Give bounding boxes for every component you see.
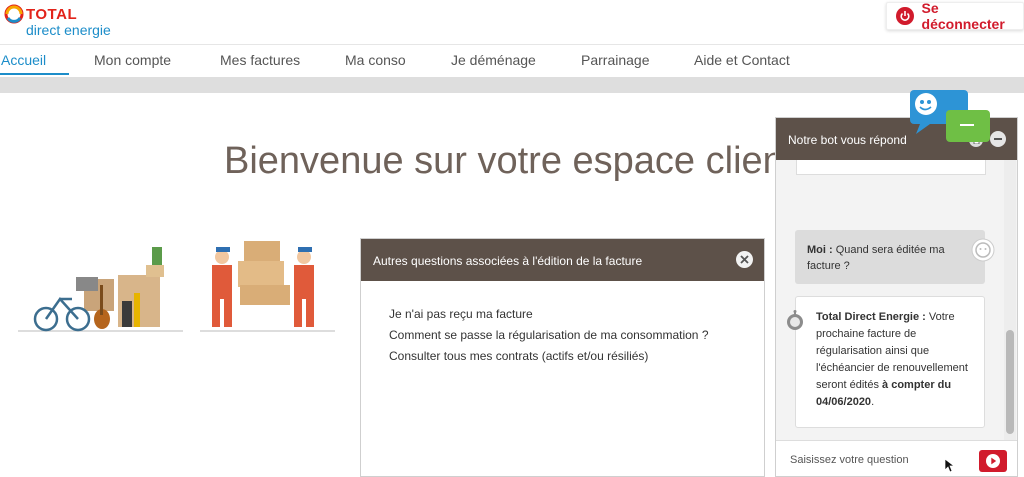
user-message-bubble: Moi : Quand sera éditée ma facture ? (795, 230, 985, 284)
chatbot-widget: Notre bot vous répond Moi : Quand sera é… (775, 117, 1018, 477)
play-send-icon (986, 454, 1000, 468)
bot-message-end: . (871, 396, 875, 408)
nav-item-mes-factures[interactable]: Mes factures (220, 52, 300, 68)
question-link[interactable]: Consulter tous mes contrats (actifs et/o… (389, 349, 648, 363)
main-nav: Accueil Mon compte Mes factures Ma conso… (0, 44, 1024, 78)
nav-item-mon-compte[interactable]: Mon compte (94, 52, 171, 68)
nav-item-accueil[interactable]: Accueil (1, 52, 46, 68)
nav-item-je-demenage[interactable]: Je déménage (451, 52, 536, 68)
bot-name: Total Direct Energie : (816, 311, 926, 323)
brand-logo[interactable]: TOTAL direct energie (4, 4, 124, 40)
user-name: Moi : (807, 244, 833, 256)
question-link[interactable]: Je n'ai pas reçu ma facture (389, 307, 533, 321)
question-link[interactable]: Comment se passe la régularisation de ma… (389, 328, 709, 342)
power-icon (896, 7, 914, 25)
moving-objects-illustration (18, 247, 183, 332)
bot-message-bubble: Total Direct Energie : Votre prochaine f… (795, 296, 985, 428)
chat-input-bar (776, 440, 1017, 476)
send-button[interactable] (979, 450, 1007, 472)
close-icon[interactable] (736, 251, 753, 268)
logout-label: Se déconnecter (921, 0, 1005, 32)
related-questions-modal: Autres questions associées à l'édition d… (360, 238, 765, 477)
brand-subtitle: direct energie (26, 22, 111, 38)
modal-title: Autres questions associées à l'édition d… (373, 254, 643, 268)
header-divider-band (0, 77, 1024, 93)
chatbot-mascot-icon (910, 90, 990, 142)
nav-active-indicator (0, 73, 69, 75)
movers-illustration (200, 241, 335, 332)
modal-header: Autres questions associées à l'édition d… (361, 239, 764, 281)
previous-message-bubble (796, 160, 986, 175)
bot-avatar-icon (787, 310, 803, 330)
page-title: Bienvenue sur votre espace clien (224, 140, 784, 182)
logout-button[interactable]: Se déconnecter (886, 0, 1024, 32)
nav-item-aide-contact[interactable]: Aide et Contact (694, 52, 790, 68)
brand-name: TOTAL (26, 6, 78, 23)
sun-logo-icon (4, 4, 24, 24)
chat-title: Notre bot vous répond (788, 133, 907, 147)
chat-scrollbar-thumb[interactable] (1006, 330, 1014, 434)
nav-item-parrainage[interactable]: Parrainage (581, 52, 650, 68)
nav-item-ma-conso[interactable]: Ma conso (345, 52, 406, 68)
user-avatar-icon (971, 238, 995, 262)
mouse-cursor-icon (945, 459, 955, 473)
chat-messages[interactable]: Moi : Quand sera éditée ma facture ? Tot… (776, 160, 1017, 470)
